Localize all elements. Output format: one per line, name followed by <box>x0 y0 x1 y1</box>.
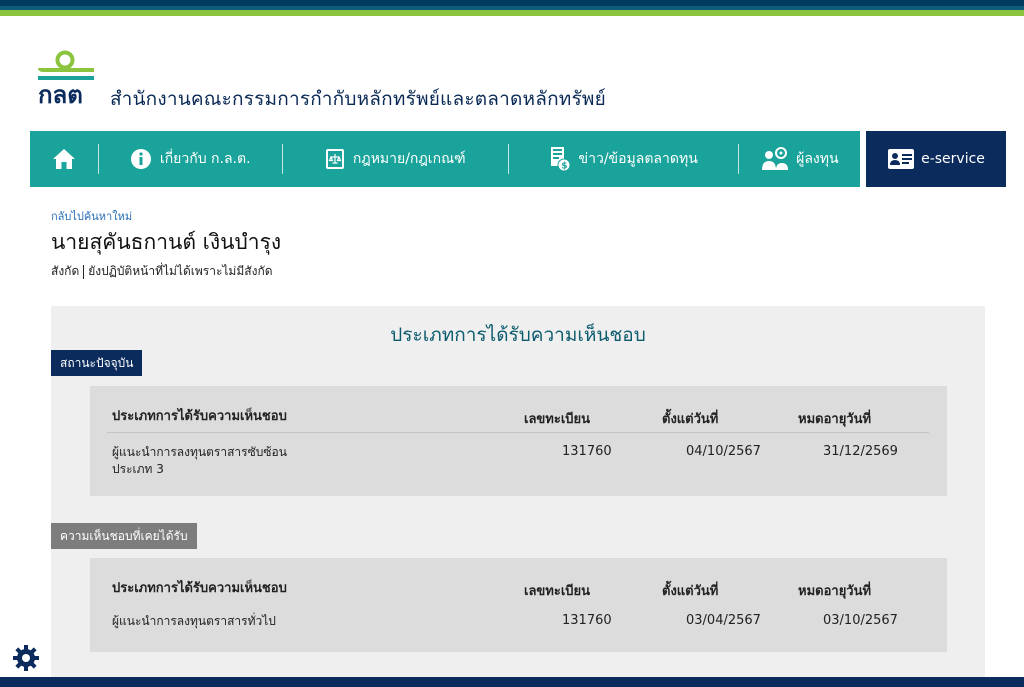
id-card-icon <box>888 149 915 169</box>
nav-home[interactable] <box>30 131 98 187</box>
eservice-button[interactable]: e-service <box>866 131 1006 187</box>
back-to-search-link[interactable]: กลับไปค้นหาใหม่ <box>51 207 132 225</box>
news-icon: $ <box>550 147 571 172</box>
header-divider <box>107 432 929 433</box>
cell-expiry-date: 31/12/2569 <box>823 444 898 459</box>
approval-panel: ประเภทการได้รับความเห็นชอบ สถานะปัจจุบัน… <box>51 306 985 687</box>
affiliation-value: ยังปฏิบัติหน้าที่ไม่ได้เพราะไม่มีสังกัด <box>88 264 273 278</box>
cell-reg-no: 131760 <box>562 613 612 628</box>
column-header-type: ประเภทการได้รับความเห็นชอบ <box>112 409 287 424</box>
column-header-to: หมดอายุวันที่ <box>798 584 872 599</box>
org-name: สำนักงานคณะกรรมการกำกับหลักทรัพย์และตลาด… <box>110 88 606 110</box>
column-header-type: ประเภทการได้รับความเห็นชอบ <box>112 581 287 596</box>
column-header-reg-no: เลขทะเบียน <box>524 584 591 599</box>
affiliation: สังกัด ยังปฏิบัติหน้าที่ไม่ได้เพราะไม่มีส… <box>51 262 273 281</box>
column-header-to: หมดอายุวันที่ <box>798 412 872 427</box>
home-icon <box>52 149 75 169</box>
cell-from-date: 04/10/2567 <box>686 444 761 459</box>
law-book-icon <box>325 149 344 169</box>
bottom-bar <box>0 677 1024 687</box>
sec-logo[interactable]: กลต <box>38 50 98 109</box>
main-nav: เกี่ยวกับ ก.ล.ต. กฎหมาย/กฎเกณฑ์ $ ข่าว/ข… <box>30 131 860 187</box>
nav-law-label: กฎหมาย/กฎเกณฑ์ <box>352 151 466 167</box>
nav-investor[interactable]: ผู้ลงทุน <box>739 131 860 187</box>
gear-icon <box>13 645 39 671</box>
cell-type: ผู้แนะนำการลงทุนตราสารทั่วไป <box>112 614 276 628</box>
past-approval-table: ประเภทการได้รับความเห็นชอบ เลขทะเบียน ตั… <box>90 558 947 652</box>
sec-logo-icon: กลต <box>38 50 94 109</box>
current-approval-table: ประเภทการได้รับความเห็นชอบ เลขทะเบียน ตั… <box>90 386 947 496</box>
person-name: นายสุคันธกานต์ เงินบำรุง <box>51 230 282 254</box>
nav-about-label: เกี่ยวกับ ก.ล.ต. <box>159 151 251 167</box>
affiliation-label: สังกัด <box>51 264 80 278</box>
nav-news-label: ข่าว/ข้อมูลตลาดทุน <box>578 151 698 167</box>
nav-about-sec[interactable]: เกี่ยวกับ ก.ล.ต. <box>99 131 282 187</box>
affiliation-divider <box>83 264 85 279</box>
nav-law[interactable]: กฎหมาย/กฎเกณฑ์ <box>283 131 508 187</box>
nav-investor-label: ผู้ลงทุน <box>796 151 839 167</box>
nav-news[interactable]: $ ข่าว/ข้อมูลตลาดทุน <box>509 131 738 187</box>
investor-icon <box>762 147 789 170</box>
column-header-from: ตั้งแต่วันที่ <box>662 412 719 427</box>
cell-type: ผู้แนะนำการลงทุนตราสารซับซ้อน ประเภท 3 <box>112 445 287 476</box>
svg-text:$: $ <box>561 162 567 172</box>
current-status-badge: สถานะปัจจุบัน <box>51 350 143 376</box>
top-color-bar <box>0 0 1024 16</box>
past-approvals-badge: ความเห็นชอบที่เคยได้รับ <box>51 523 197 549</box>
cell-reg-no: 131760 <box>562 444 612 459</box>
column-header-from: ตั้งแต่วันที่ <box>662 584 719 599</box>
column-header-reg-no: เลขทะเบียน <box>524 412 591 427</box>
panel-title: ประเภทการได้รับความเห็นชอบ <box>390 324 646 346</box>
svg-text:กลต: กลต <box>38 82 83 105</box>
accessibility-settings-button[interactable] <box>12 644 40 672</box>
cell-expiry-date: 03/10/2567 <box>823 613 898 628</box>
info-icon <box>130 149 151 169</box>
eservice-label: e-service <box>921 151 985 167</box>
cell-from-date: 03/04/2567 <box>686 613 761 628</box>
